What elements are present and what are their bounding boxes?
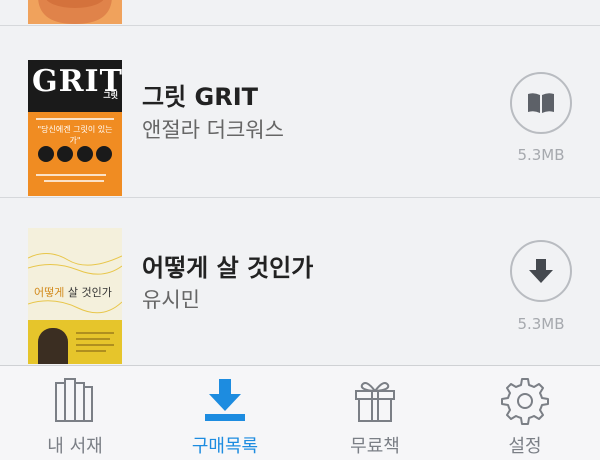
file-size: 5.3MB: [517, 315, 565, 333]
library-books-icon: [55, 378, 93, 422]
tab-label: 구매목록: [191, 436, 259, 457]
cover-tagline: "당신에겐 그릿이 있는가": [37, 125, 113, 145]
tab-settings[interactable]: 설정: [450, 366, 600, 460]
tab-label: 설정: [508, 436, 542, 457]
book-row-partial[interactable]: [0, 0, 600, 26]
book-title[interactable]: 어떻게 살 것인가: [142, 248, 313, 283]
purchase-list: GRIT 그릿 "당신에겐 그릿이 있는가" 그릿 GRIT 앤절라 더크워스 …: [0, 0, 600, 365]
tab-free-books[interactable]: 무료책: [300, 366, 450, 460]
book-cover[interactable]: GRIT 그릿 "당신에겐 그릿이 있는가": [28, 60, 122, 196]
bottom-tab-bar: 내 서재 구매목록 무료책 설정: [0, 365, 600, 460]
book-row[interactable]: 어떻게 살 것인가 어떻게 살 것인가 유시민 5.3MB: [0, 198, 600, 365]
book-cover-partial: [28, 0, 122, 24]
book-author: 유시민: [142, 288, 200, 312]
cover-subtitle: 그릿: [103, 91, 118, 100]
download-tray-icon: [205, 379, 245, 421]
gift-icon: [355, 382, 395, 422]
tab-label: 무료책: [350, 436, 400, 457]
file-size: 5.3MB: [517, 146, 565, 164]
book-title[interactable]: 그릿 GRIT: [142, 77, 258, 112]
download-book-button[interactable]: [510, 240, 572, 302]
tab-label: 내 서재: [47, 436, 103, 457]
book-open-icon: [528, 93, 554, 113]
read-book-button[interactable]: [510, 72, 572, 134]
book-row[interactable]: GRIT 그릿 "당신에겐 그릿이 있는가" 그릿 GRIT 앤절라 더크워스 …: [0, 26, 600, 198]
book-cover[interactable]: 어떻게 살 것인가: [28, 228, 122, 364]
tab-purchases[interactable]: 구매목록: [150, 366, 300, 460]
cover-circles: [38, 146, 112, 168]
gear-icon: [501, 378, 549, 425]
book-author: 앤절라 더크워스: [142, 118, 284, 142]
cover-portrait: [38, 328, 68, 364]
cover-title: 어떻게 살 것인가: [34, 286, 112, 299]
tab-my-library[interactable]: 내 서재: [0, 366, 150, 460]
download-arrow-icon: [529, 259, 553, 283]
